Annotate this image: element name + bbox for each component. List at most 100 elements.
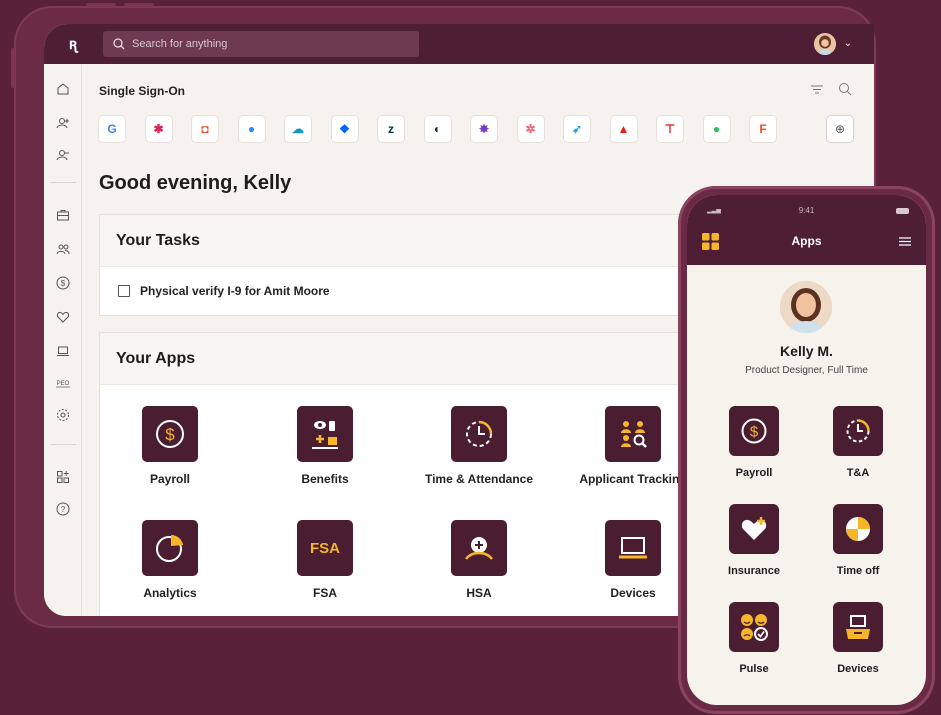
- people-icon[interactable]: [54, 240, 72, 258]
- app-time-attendance[interactable]: Time & Attendance: [409, 406, 549, 486]
- phone-screen: ▂▃▅ 9:41 Apps Kelly M. Product Designer,…: [687, 195, 926, 705]
- phone-app-label: Insurance: [728, 565, 780, 577]
- phone-app-label: Time off: [836, 565, 880, 577]
- sso-app-evernote[interactable]: ●: [703, 116, 730, 142]
- app-analytics[interactable]: Analytics: [100, 520, 240, 600]
- app-fsa[interactable]: FSA FSA: [255, 520, 395, 600]
- sidebar: $ PEO ?: [44, 64, 82, 616]
- clock-icon: [833, 406, 883, 456]
- phone-app-ta[interactable]: T&A: [808, 406, 908, 479]
- pulse-faces-icon: [729, 602, 779, 652]
- office-icon: ◘: [201, 122, 209, 136]
- hamburger-menu-icon[interactable]: [899, 237, 911, 246]
- home-icon[interactable]: [54, 80, 72, 98]
- app-badge-icon: ✸: [478, 122, 490, 136]
- atlassian-icon: ▲: [617, 122, 630, 136]
- phone-app-payroll[interactable]: $ Payroll: [704, 406, 804, 479]
- app-payroll[interactable]: $ Payroll: [100, 406, 240, 486]
- sso-app-pinwheel[interactable]: ✲: [517, 116, 544, 142]
- tablet-button: [11, 48, 15, 88]
- phone-header: ▂▃▅ 9:41 Apps: [687, 195, 926, 265]
- sso-app-atlassian[interactable]: ▲: [610, 116, 637, 142]
- task-checkbox[interactable]: [118, 285, 130, 297]
- greeting: Good evening, Kelly: [99, 172, 292, 194]
- profile-avatar[interactable]: [780, 281, 832, 333]
- profile-role: Product Designer, Full Time: [745, 365, 868, 376]
- phone-app-label: Payroll: [735, 467, 773, 479]
- google-icon: G: [107, 122, 117, 136]
- logo[interactable]: ꭆ: [53, 34, 91, 54]
- phone-app-devices[interactable]: Devices: [808, 602, 908, 675]
- app-hsa[interactable]: HSA: [409, 520, 549, 600]
- add-sso-app-button[interactable]: ⊕: [827, 116, 853, 142]
- settings-gear-icon[interactable]: [54, 406, 72, 424]
- app-label: FSA: [313, 586, 337, 600]
- sso-app-dropbox[interactable]: ❖: [331, 116, 358, 142]
- briefcase-icon[interactable]: [54, 206, 72, 224]
- phone-app-time-off[interactable]: Time off: [808, 504, 908, 577]
- app-label: Payroll: [149, 472, 191, 486]
- sso-app-app-badge[interactable]: ✸: [471, 116, 497, 142]
- app-label: Time & Attendance: [424, 472, 534, 486]
- laptop-icon[interactable]: [54, 342, 72, 360]
- chevron-down-icon[interactable]: ⌄: [844, 38, 852, 49]
- sso-app-slack[interactable]: ✱: [145, 116, 172, 142]
- sso-app-zoom[interactable]: ●: [238, 116, 265, 142]
- top-bar: ꭆ Search for anything ⌄: [44, 24, 874, 64]
- dollar-icon[interactable]: $: [54, 274, 72, 292]
- phone-app-pulse[interactable]: Pulse: [704, 602, 804, 675]
- sso-app-zendesk[interactable]: z: [378, 116, 404, 142]
- applicant-tracking-icon: [605, 406, 661, 462]
- svg-text:PEO: PEO: [57, 381, 70, 387]
- phone-app-label: Pulse: [739, 663, 769, 675]
- app-benefits[interactable]: Benefits: [255, 406, 395, 486]
- target-icon: ⊤: [664, 122, 676, 136]
- app-label: HSA: [466, 586, 492, 600]
- app-label: Analytics: [143, 586, 197, 600]
- benefits-icon: [297, 406, 353, 462]
- svg-text:?: ?: [61, 505, 66, 514]
- peo-icon[interactable]: PEO: [54, 374, 72, 392]
- evernote-icon: ●: [712, 122, 721, 136]
- payroll-icon: $: [729, 406, 779, 456]
- status-time: 9:41: [798, 206, 815, 215]
- sso-app-twitter[interactable]: ➶: [564, 116, 590, 142]
- phone-app-label: Devices: [837, 663, 879, 675]
- sso-app-mailchimp[interactable]: ◐: [424, 116, 451, 142]
- clock-icon: [451, 406, 507, 462]
- sso-title: Single Sign-On: [99, 84, 185, 98]
- sso-app-target[interactable]: ⊤: [657, 116, 683, 142]
- sso-app-office[interactable]: ◘: [192, 116, 218, 142]
- laptop-icon: [833, 602, 883, 652]
- pinwheel-icon: ✲: [525, 122, 536, 136]
- sso-app-list: G ✱ ◘ ● ☁ ❖ z ◐ ✸ ✲ ➶ ▲ ⊤ ● F: [99, 116, 776, 142]
- analytics-pie-icon: [142, 520, 198, 576]
- search-icon[interactable]: [838, 82, 852, 96]
- twitter-icon: ➶: [571, 122, 583, 136]
- sso-app-salesforce[interactable]: ☁: [285, 116, 311, 142]
- profile-name: Kelly M.: [780, 343, 833, 359]
- app-label: Benefits: [301, 472, 349, 486]
- add-person-icon[interactable]: [54, 114, 72, 132]
- remove-person-icon[interactable]: [54, 146, 72, 164]
- search-input[interactable]: Search for anything: [103, 31, 419, 57]
- heart-icon[interactable]: [54, 308, 72, 326]
- tablet-button: [124, 3, 154, 7]
- phone-app-insurance[interactable]: Insurance: [704, 504, 804, 577]
- help-icon[interactable]: ?: [54, 500, 72, 518]
- hsa-icon: [451, 520, 507, 576]
- divider: [50, 182, 76, 183]
- search-placeholder: Search for anything: [132, 38, 228, 50]
- svg-text:$: $: [61, 279, 66, 288]
- salesforce-icon: ☁: [292, 122, 304, 136]
- sso-app-figma[interactable]: F: [750, 116, 776, 142]
- filter-icon[interactable]: [810, 82, 824, 96]
- sso-app-google[interactable]: G: [99, 116, 125, 142]
- avatar[interactable]: [814, 33, 836, 55]
- svg-text:$: $: [750, 424, 759, 441]
- slack-icon: ✱: [153, 122, 164, 136]
- laptop-icon: [605, 520, 661, 576]
- phone-device: ▂▃▅ 9:41 Apps Kelly M. Product Designer,…: [678, 186, 935, 714]
- battery-icon: [896, 208, 909, 214]
- add-app-icon[interactable]: [54, 468, 72, 486]
